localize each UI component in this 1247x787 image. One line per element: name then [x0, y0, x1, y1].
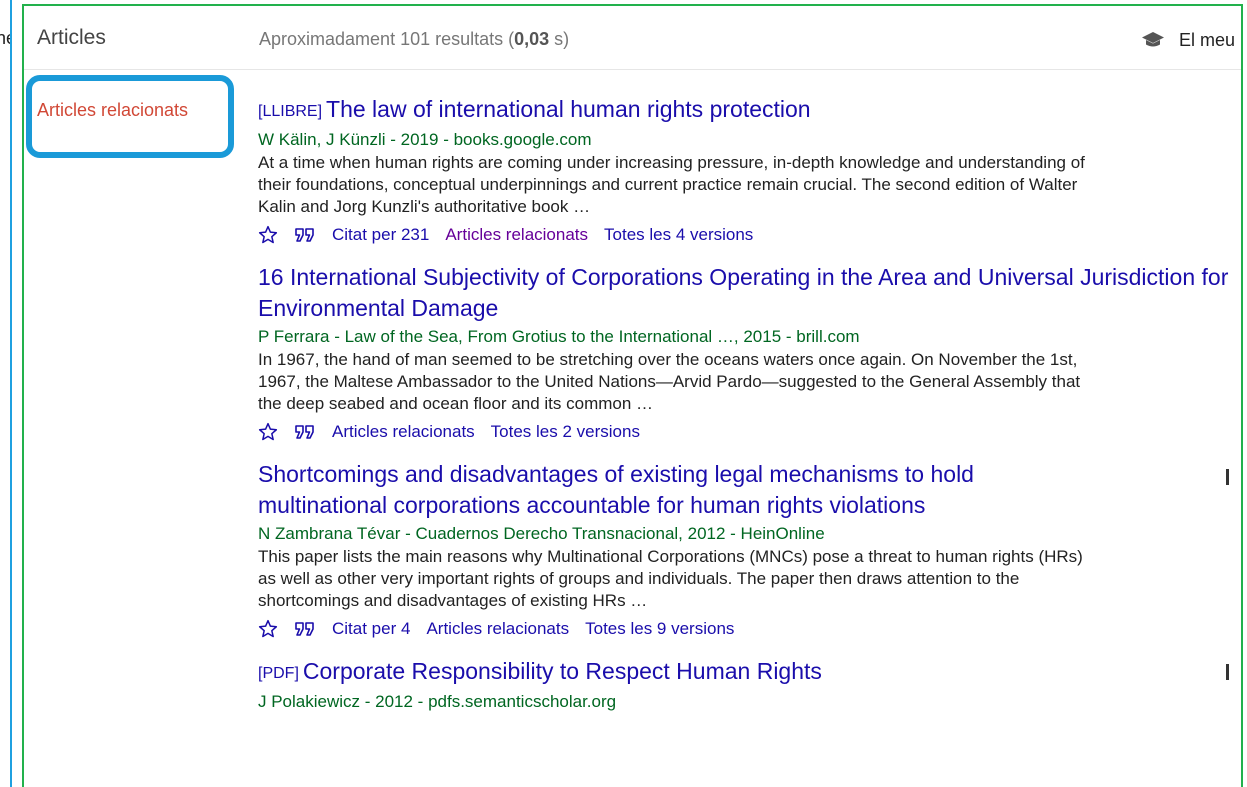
result-title: 16 International Subjectivity of Corpora… [258, 264, 1229, 321]
result-authors: W Kälin, J Künzli - 2019 - books.google.… [258, 130, 592, 149]
result-authors: P Ferrara - Law of the Sea, From Grotius… [258, 327, 860, 346]
result-actions: Citat per 4 Articles relacionats Totes l… [258, 616, 1241, 642]
result-title-link[interactable]: [PDF] Corporate Responsibility to Respect… [258, 656, 1241, 689]
my-library-label: El meu [1178, 29, 1235, 50]
star-icon[interactable] [258, 225, 278, 245]
my-library-link[interactable]: El meu [1141, 27, 1235, 53]
result-snippet: This paper lists the main reasons why Mu… [258, 547, 1083, 610]
results-list: [LLIBRE] The law of international human r… [258, 94, 1241, 728]
result-title-link[interactable]: 16 International Subjectivity of Corpora… [258, 262, 1241, 324]
result-title: Shortcomings and disadvantages of existi… [258, 461, 974, 518]
result-type-tag: [PDF] [258, 665, 299, 682]
sidebar-related-articles[interactable]: Articles relacionats [37, 100, 188, 121]
all-versions-link[interactable]: Totes les 4 versions [604, 225, 753, 245]
result-title: The law of international human rights pr… [326, 96, 811, 122]
quote-icon[interactable] [294, 620, 316, 638]
side-marker [1226, 664, 1229, 680]
result-snippet: In 1967, the hand of man seemed to be st… [258, 350, 1081, 413]
scholar-results-frame: Articles Aproximadament 101 resultats (0… [22, 4, 1243, 787]
result-actions: Citat per 231 Articles relacionats Totes… [258, 222, 1241, 248]
all-versions-link[interactable]: Totes les 2 versions [491, 422, 640, 442]
left-panel: ne [0, 0, 12, 787]
result-stats: Aproximadament 101 resultats (0,03 s) [259, 29, 569, 50]
result-title-link[interactable]: Shortcomings and disadvantages of existi… [258, 459, 1108, 521]
result-snippet: At a time when human rights are coming u… [258, 153, 1085, 216]
page: ne Articles Aproximadament 101 resultats… [0, 0, 1247, 787]
result-stats-time: 0,03 [514, 29, 550, 49]
related-articles-link[interactable]: Articles relacionats [426, 619, 569, 639]
result-actions: Articles relacionats Totes les 2 version… [258, 419, 1241, 445]
result-authors: J Polakiewicz - 2012 - pdfs.semanticscho… [258, 692, 617, 711]
result-stats-prefix: Aproximadament 101 resultats ( [259, 29, 515, 49]
result-type-tag: [LLIBRE] [258, 103, 323, 120]
star-icon[interactable] [258, 422, 278, 442]
related-articles-link[interactable]: Articles relacionats [445, 225, 588, 245]
result-authors: N Zambrana Tévar - Cuadernos Derecho Tra… [258, 524, 825, 543]
side-marker [1226, 469, 1229, 485]
graduation-cap-icon [1141, 32, 1164, 47]
result-title-link[interactable]: [LLIBRE] The law of international human r… [258, 94, 1241, 127]
all-versions-link[interactable]: Totes les 9 versions [585, 619, 734, 639]
quote-icon[interactable] [294, 423, 316, 441]
star-icon[interactable] [258, 619, 278, 639]
result-stats-suffix: s) [549, 29, 570, 49]
cited-by-link[interactable]: Citat per 4 [332, 619, 410, 639]
related-articles-link[interactable]: Articles relacionats [332, 422, 475, 442]
result-item: 16 International Subjectivity of Corpora… [258, 262, 1241, 445]
page-title: Articles [37, 26, 106, 49]
left-panel-text: ne [0, 28, 10, 49]
results-header: Articles Aproximadament 101 resultats (0… [24, 6, 1241, 70]
result-item: Shortcomings and disadvantages of existi… [258, 459, 1241, 642]
result-item: [PDF] Corporate Responsibility to Respect… [258, 656, 1241, 714]
cited-by-link[interactable]: Citat per 231 [332, 225, 429, 245]
result-title: Corporate Responsibility to Respect Huma… [302, 658, 822, 684]
quote-icon[interactable] [294, 226, 316, 244]
result-item: [LLIBRE] The law of international human r… [258, 94, 1241, 248]
